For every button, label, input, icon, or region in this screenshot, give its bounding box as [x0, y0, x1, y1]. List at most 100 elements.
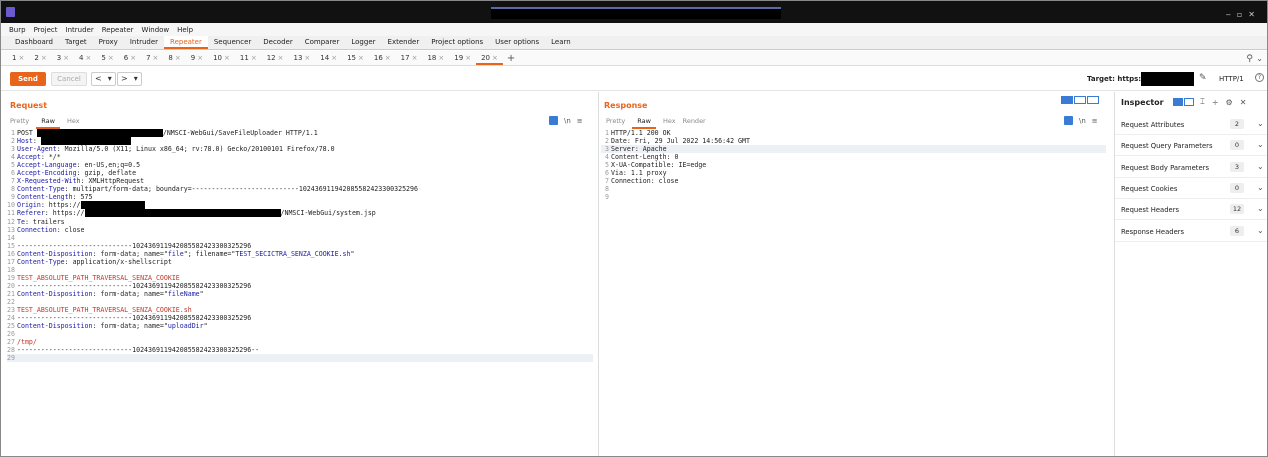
layout-side-by-side-icon[interactable]	[1061, 96, 1073, 104]
repeater-tab-17[interactable]: 17 ×	[396, 52, 423, 65]
cancel-button[interactable]: Cancel	[51, 72, 87, 86]
tab-project-options[interactable]: Project options	[425, 36, 489, 49]
forward-arrow-icon[interactable]: >	[118, 73, 131, 85]
request-editor[interactable]: 1 POST /NMSCI-WebGui/SaveFileUploader HTT…	[7, 129, 593, 363]
chevron-down-icon[interactable]: ⌄	[1257, 204, 1264, 213]
layout-stacked-icon[interactable]	[1074, 96, 1086, 104]
inspector-layout-icon[interactable]	[1173, 98, 1183, 106]
repeater-tab-9[interactable]: 9 ×	[186, 52, 208, 65]
repeater-tab-10[interactable]: 10 ×	[208, 52, 235, 65]
chevron-down-icon[interactable]: ⌄	[1257, 119, 1264, 128]
request-view-pretty[interactable]: Pretty	[10, 117, 36, 129]
close-icon[interactable]: ✕	[1240, 98, 1247, 107]
close-tab-icon[interactable]: ×	[175, 54, 181, 62]
repeater-tab-19[interactable]: 19 ×	[449, 52, 476, 65]
inspector-toggle-icon[interactable]	[549, 116, 558, 125]
close-tab-icon[interactable]: ×	[86, 54, 92, 62]
menu-intruder[interactable]: Intruder	[66, 26, 94, 34]
tab-logger[interactable]: Logger	[345, 36, 381, 49]
search-icon[interactable]: ⚲	[1246, 54, 1253, 64]
tab-proxy[interactable]: Proxy	[93, 36, 124, 49]
chevron-down-icon[interactable]: ⌄	[1257, 183, 1264, 192]
tab-intruder[interactable]: Intruder	[124, 36, 164, 49]
inspector-section-request-query-parameters[interactable]: Request Query Parameters 0 ⌄	[1115, 135, 1267, 157]
close-tab-icon[interactable]: ×	[41, 54, 47, 62]
repeater-tab-16[interactable]: 16 ×	[369, 52, 396, 65]
inspector-section-request-headers[interactable]: Request Headers 12 ⌄	[1115, 199, 1267, 221]
edit-target-icon[interactable]: ✎	[1199, 73, 1207, 83]
menu-repeater[interactable]: Repeater	[102, 26, 134, 34]
close-tab-icon[interactable]: ×	[412, 54, 418, 62]
inspector-toggle-icon[interactable]	[1064, 116, 1073, 125]
repeater-tab-8[interactable]: 8 ×	[163, 52, 185, 65]
menu-burp[interactable]: Burp	[9, 26, 26, 34]
repeater-tab-2[interactable]: 2 ×	[29, 52, 51, 65]
settings-icon[interactable]: ⚙	[1226, 98, 1233, 107]
newline-icon[interactable]: \n	[1079, 117, 1086, 125]
response-view-raw[interactable]: Raw	[632, 117, 656, 129]
repeater-tab-11[interactable]: 11 ×	[235, 52, 262, 65]
close-tab-icon[interactable]: ×	[18, 54, 24, 62]
tab-repeater[interactable]: Repeater	[164, 36, 208, 49]
close-tab-icon[interactable]: ×	[278, 54, 284, 62]
repeater-tab-13[interactable]: 13 ×	[288, 52, 315, 65]
forward-menu-icon[interactable]: ▾	[131, 73, 141, 85]
sort-icon[interactable]: ⌶	[1200, 97, 1205, 107]
close-tab-icon[interactable]: ×	[251, 54, 257, 62]
chevron-down-icon[interactable]: ⌄	[1256, 54, 1263, 63]
repeater-tab-7[interactable]: 7 ×	[141, 52, 163, 65]
repeater-tab-6[interactable]: 6 ×	[119, 52, 141, 65]
newline-icon[interactable]: \n	[564, 117, 571, 125]
chevron-down-icon[interactable]: ⌄	[1257, 162, 1264, 171]
repeater-tab-3[interactable]: 3 ×	[52, 52, 74, 65]
repeater-tab-1[interactable]: 1 ×	[7, 52, 29, 65]
repeater-tab-15[interactable]: 15 ×	[342, 52, 369, 65]
tab-dashboard[interactable]: Dashboard	[9, 36, 59, 49]
tab-user-options[interactable]: User options	[489, 36, 545, 49]
tab-decoder[interactable]: Decoder	[257, 36, 298, 49]
menu-icon[interactable]: ≡	[577, 117, 583, 125]
repeater-tab-18[interactable]: 18 ×	[422, 52, 449, 65]
response-view-pretty[interactable]: Pretty	[606, 117, 632, 129]
back-arrow-icon[interactable]: <	[92, 73, 105, 85]
add-tab-icon[interactable]: +	[507, 53, 515, 64]
close-tab-icon[interactable]: ×	[331, 54, 337, 62]
response-editor[interactable]: 1 HTTP/1.1 200 OK 2 Date: Fri, 29 Jul 2022 …	[601, 129, 1106, 201]
window-controls[interactable]: ‒▫✕	[1226, 10, 1261, 19]
repeater-tab-5[interactable]: 5 ×	[96, 52, 118, 65]
close-tab-icon[interactable]: ×	[197, 54, 203, 62]
close-tab-icon[interactable]: ×	[108, 54, 114, 62]
menu-icon[interactable]: ≡	[1092, 117, 1098, 125]
chevron-down-icon[interactable]: ⌄	[1257, 226, 1264, 235]
close-tab-icon[interactable]: ×	[224, 54, 230, 62]
back-nav-group[interactable]: < ▾	[91, 72, 116, 86]
tab-comparer[interactable]: Comparer	[299, 36, 346, 49]
inspector-section-request-body-parameters[interactable]: Request Body Parameters 3 ⌄	[1115, 157, 1267, 178]
close-tab-icon[interactable]: ×	[130, 54, 136, 62]
response-view-hex[interactable]: Hex	[663, 117, 683, 129]
close-tab-icon[interactable]: ×	[492, 54, 498, 62]
request-view-hex[interactable]: Hex	[67, 117, 87, 129]
tab-learn[interactable]: Learn	[545, 36, 577, 49]
inspector-section-request-cookies[interactable]: Request Cookies 0 ⌄	[1115, 178, 1267, 199]
help-icon[interactable]: ?	[1255, 73, 1264, 82]
inspector-section-request-attributes[interactable]: Request Attributes 2 ⌄	[1115, 114, 1267, 135]
close-tab-icon[interactable]: ×	[438, 54, 444, 62]
close-tab-icon[interactable]: ×	[153, 54, 159, 62]
menu-project[interactable]: Project	[34, 26, 58, 34]
close-tab-icon[interactable]: ×	[358, 54, 364, 62]
tab-sequencer[interactable]: Sequencer	[208, 36, 257, 49]
repeater-tab-14[interactable]: 14 ×	[315, 52, 342, 65]
inspector-section-response-headers[interactable]: Response Headers 6 ⌄	[1115, 221, 1267, 242]
layout-tabs-icon[interactable]	[1087, 96, 1099, 104]
inspector-layout-alt-icon[interactable]	[1184, 98, 1194, 106]
repeater-tab-20[interactable]: 20 ×	[476, 52, 503, 65]
forward-nav-group[interactable]: > ▾	[117, 72, 142, 86]
tab-extender[interactable]: Extender	[382, 36, 426, 49]
response-view-render[interactable]: Render	[683, 117, 713, 129]
split-icon[interactable]: ÷	[1212, 98, 1219, 107]
menu-help[interactable]: Help	[177, 26, 193, 34]
repeater-tab-12[interactable]: 12 ×	[262, 52, 289, 65]
close-tab-icon[interactable]: ×	[304, 54, 310, 62]
back-menu-icon[interactable]: ▾	[105, 73, 115, 85]
